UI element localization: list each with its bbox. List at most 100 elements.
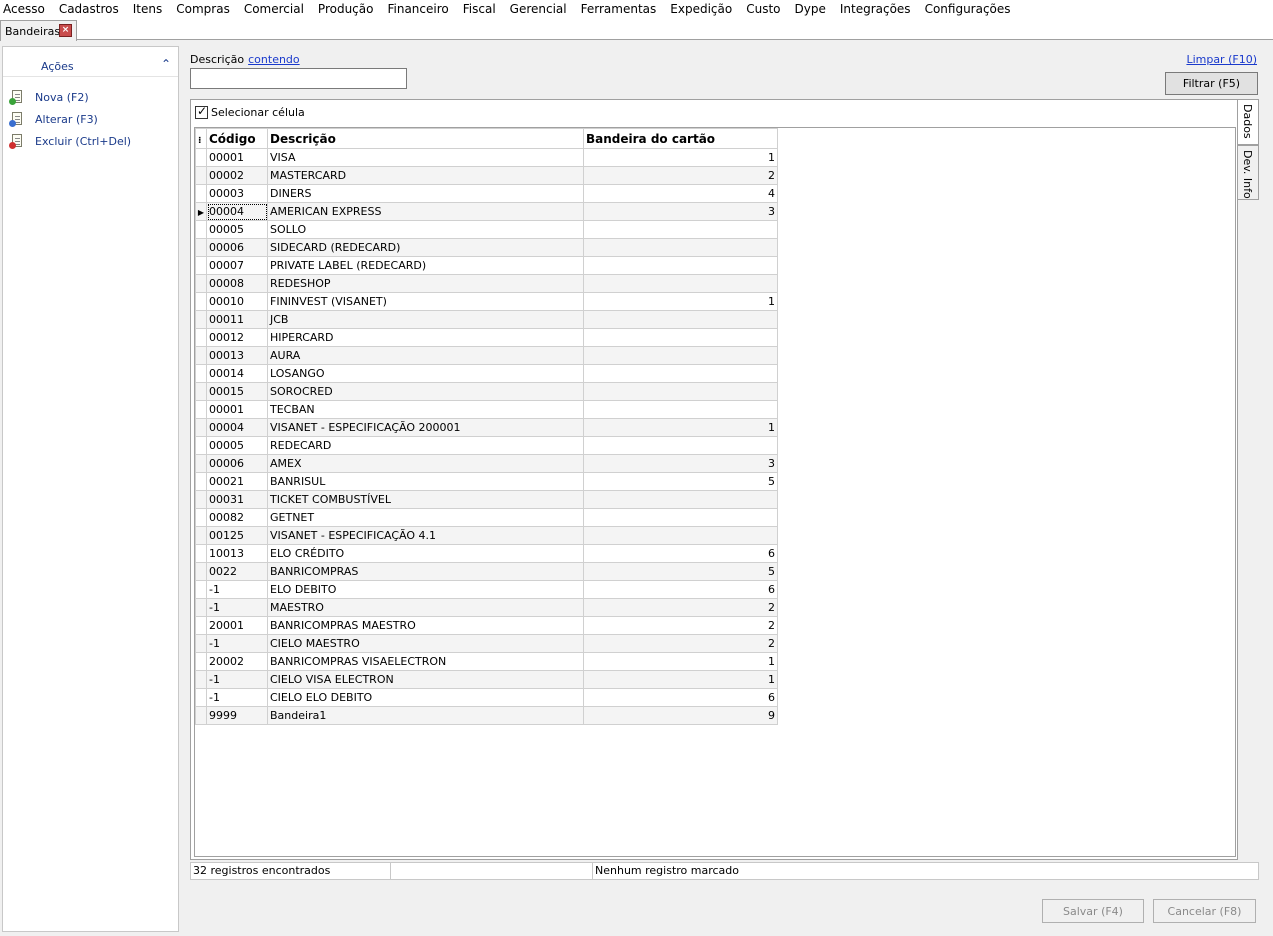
cell-bandeira[interactable] — [583, 382, 778, 401]
cell-codigo[interactable]: 00002 — [206, 166, 268, 185]
cell-descricao[interactable]: CIELO VISA ELECTRON — [267, 670, 584, 689]
cell-codigo[interactable]: 00082 — [206, 508, 268, 527]
menu-item-expedicao[interactable]: Expedição — [670, 1, 732, 17]
cell-descricao[interactable]: TECBAN — [267, 400, 584, 419]
cell-bandeira[interactable] — [583, 274, 778, 293]
table-row[interactable]: 00013 AURA — [195, 346, 778, 365]
cancel-button[interactable]: Cancelar (F8) — [1153, 899, 1256, 923]
table-row[interactable]: 00010 FININVEST (VISANET) 1 — [195, 292, 778, 311]
cell-codigo[interactable]: 00125 — [206, 526, 268, 545]
cell-bandeira[interactable]: 9 — [583, 706, 778, 725]
table-row[interactable]: ▶ 00004 AMERICAN EXPRESS 3 — [195, 202, 778, 221]
cell-codigo[interactable]: 00005 — [206, 220, 268, 239]
cell-bandeira[interactable] — [583, 346, 778, 365]
cell-bandeira[interactable]: 6 — [583, 580, 778, 599]
table-row[interactable]: 00005 REDECARD — [195, 436, 778, 455]
cell-descricao[interactable]: VISA — [267, 148, 584, 167]
clear-filter-link[interactable]: Limpar (F10) — [1186, 53, 1257, 66]
cell-bandeira[interactable] — [583, 508, 778, 527]
table-row[interactable]: 9999 Bandeira1 9 — [195, 706, 778, 725]
checkmark-icon[interactable] — [195, 104, 208, 119]
cell-codigo[interactable]: -1 — [206, 580, 268, 599]
cell-descricao[interactable]: ELO DEBITO — [267, 580, 584, 599]
table-row[interactable]: 00005 SOLLO — [195, 220, 778, 239]
cell-bandeira[interactable]: 1 — [583, 670, 778, 689]
select-cell-checkbox[interactable]: Selecionar célula — [195, 104, 305, 119]
tab-dados[interactable]: Dados — [1238, 99, 1259, 145]
cell-descricao[interactable]: BANRICOMPRAS VISAELECTRON — [267, 652, 584, 671]
menu-item-integracoes[interactable]: Integrações — [840, 1, 911, 17]
table-row[interactable]: 00003 DINERS 4 — [195, 184, 778, 203]
table-row[interactable]: 00007 PRIVATE LABEL (REDECARD) — [195, 256, 778, 275]
cell-descricao[interactable]: HIPERCARD — [267, 328, 584, 347]
column-header-bandeira[interactable]: Bandeira do cartão — [583, 128, 778, 149]
cell-descricao[interactable]: GETNET — [267, 508, 584, 527]
table-row[interactable]: -1 CIELO ELO DEBITO 6 — [195, 688, 778, 707]
cell-bandeira[interactable]: 2 — [583, 166, 778, 185]
cell-codigo[interactable]: -1 — [206, 670, 268, 689]
menu-item-ferramentas[interactable]: Ferramentas — [581, 1, 657, 17]
cell-bandeira[interactable] — [583, 400, 778, 419]
cell-codigo[interactable]: 00001 — [206, 148, 268, 167]
cell-codigo[interactable]: 00005 — [206, 436, 268, 455]
menu-item-itens[interactable]: Itens — [133, 1, 162, 17]
cell-bandeira[interactable] — [583, 436, 778, 455]
cell-bandeira[interactable]: 5 — [583, 562, 778, 581]
table-row[interactable]: 00031 TICKET COMBUSTÍVEL — [195, 490, 778, 509]
cell-bandeira[interactable]: 1 — [583, 652, 778, 671]
cell-codigo[interactable]: 00021 — [206, 472, 268, 491]
cell-codigo[interactable]: 00010 — [206, 292, 268, 311]
table-row[interactable]: 00082 GETNET — [195, 508, 778, 527]
cell-codigo[interactable]: 20001 — [206, 616, 268, 635]
table-row[interactable]: 00006 SIDECARD (REDECARD) — [195, 238, 778, 257]
cell-bandeira[interactable]: 2 — [583, 616, 778, 635]
cell-bandeira[interactable]: 2 — [583, 598, 778, 617]
cell-bandeira[interactable]: 6 — [583, 544, 778, 563]
table-row[interactable]: 00002 MASTERCARD 2 — [195, 166, 778, 185]
table-row[interactable]: 00011 JCB — [195, 310, 778, 329]
menu-item-producao[interactable]: Produção — [318, 1, 374, 17]
table-row[interactable]: 00021 BANRISUL 5 — [195, 472, 778, 491]
table-row[interactable]: 00015 SOROCRED — [195, 382, 778, 401]
menu-item-fiscal[interactable]: Fiscal — [463, 1, 496, 17]
table-row[interactable]: -1 CIELO VISA ELECTRON 1 — [195, 670, 778, 689]
save-button[interactable]: Salvar (F4) — [1042, 899, 1144, 923]
menu-item-cadastros[interactable]: Cadastros — [59, 1, 119, 17]
cell-bandeira[interactable] — [583, 310, 778, 329]
menu-item-financeiro[interactable]: Financeiro — [387, 1, 448, 17]
cell-bandeira[interactable] — [583, 490, 778, 509]
close-icon[interactable]: × — [59, 24, 72, 37]
cell-descricao[interactable]: BANRICOMPRAS — [267, 562, 584, 581]
table-row[interactable]: -1 CIELO MAESTRO 2 — [195, 634, 778, 653]
edit-button[interactable]: Alterar (F3) — [9, 110, 98, 128]
cell-descricao[interactable]: MAESTRO — [267, 598, 584, 617]
cell-codigo[interactable]: 00012 — [206, 328, 268, 347]
cell-codigo[interactable]: 00004 — [206, 418, 268, 437]
table-row[interactable]: 00004 VISANET - ESPECIFICAÇÃO 200001 1 — [195, 418, 778, 437]
cell-codigo[interactable]: 00003 — [206, 184, 268, 203]
cell-bandeira[interactable]: 5 — [583, 472, 778, 491]
cell-bandeira[interactable]: 1 — [583, 418, 778, 437]
cell-codigo[interactable]: 00013 — [206, 346, 268, 365]
table-row[interactable]: 00012 HIPERCARD — [195, 328, 778, 347]
cell-codigo[interactable]: 00007 — [206, 256, 268, 275]
cell-bandeira[interactable]: 3 — [583, 202, 778, 221]
tab-dev-info[interactable]: Dev. Info — [1238, 145, 1259, 200]
cell-codigo[interactable]: 00006 — [206, 238, 268, 257]
cell-descricao[interactable]: Bandeira1 — [267, 706, 584, 725]
cell-descricao[interactable]: VISANET - ESPECIFICAÇÃO 200001 — [267, 418, 584, 437]
cell-descricao[interactable]: SIDECARD (REDECARD) — [267, 238, 584, 257]
cell-descricao[interactable]: MASTERCARD — [267, 166, 584, 185]
cell-descricao[interactable]: AMEX — [267, 454, 584, 473]
menu-item-gerencial[interactable]: Gerencial — [510, 1, 567, 17]
cell-codigo[interactable]: 00031 — [206, 490, 268, 509]
menu-item-dype[interactable]: Dype — [795, 1, 826, 17]
cell-codigo[interactable]: -1 — [206, 688, 268, 707]
cell-descricao[interactable]: JCB — [267, 310, 584, 329]
cell-bandeira[interactable]: 1 — [583, 292, 778, 311]
cell-codigo[interactable]: 9999 — [206, 706, 268, 725]
table-row[interactable]: -1 ELO DEBITO 6 — [195, 580, 778, 599]
cell-descricao[interactable]: CIELO MAESTRO — [267, 634, 584, 653]
cell-descricao[interactable]: BANRICOMPRAS MAESTRO — [267, 616, 584, 635]
cell-codigo[interactable]: 00011 — [206, 310, 268, 329]
